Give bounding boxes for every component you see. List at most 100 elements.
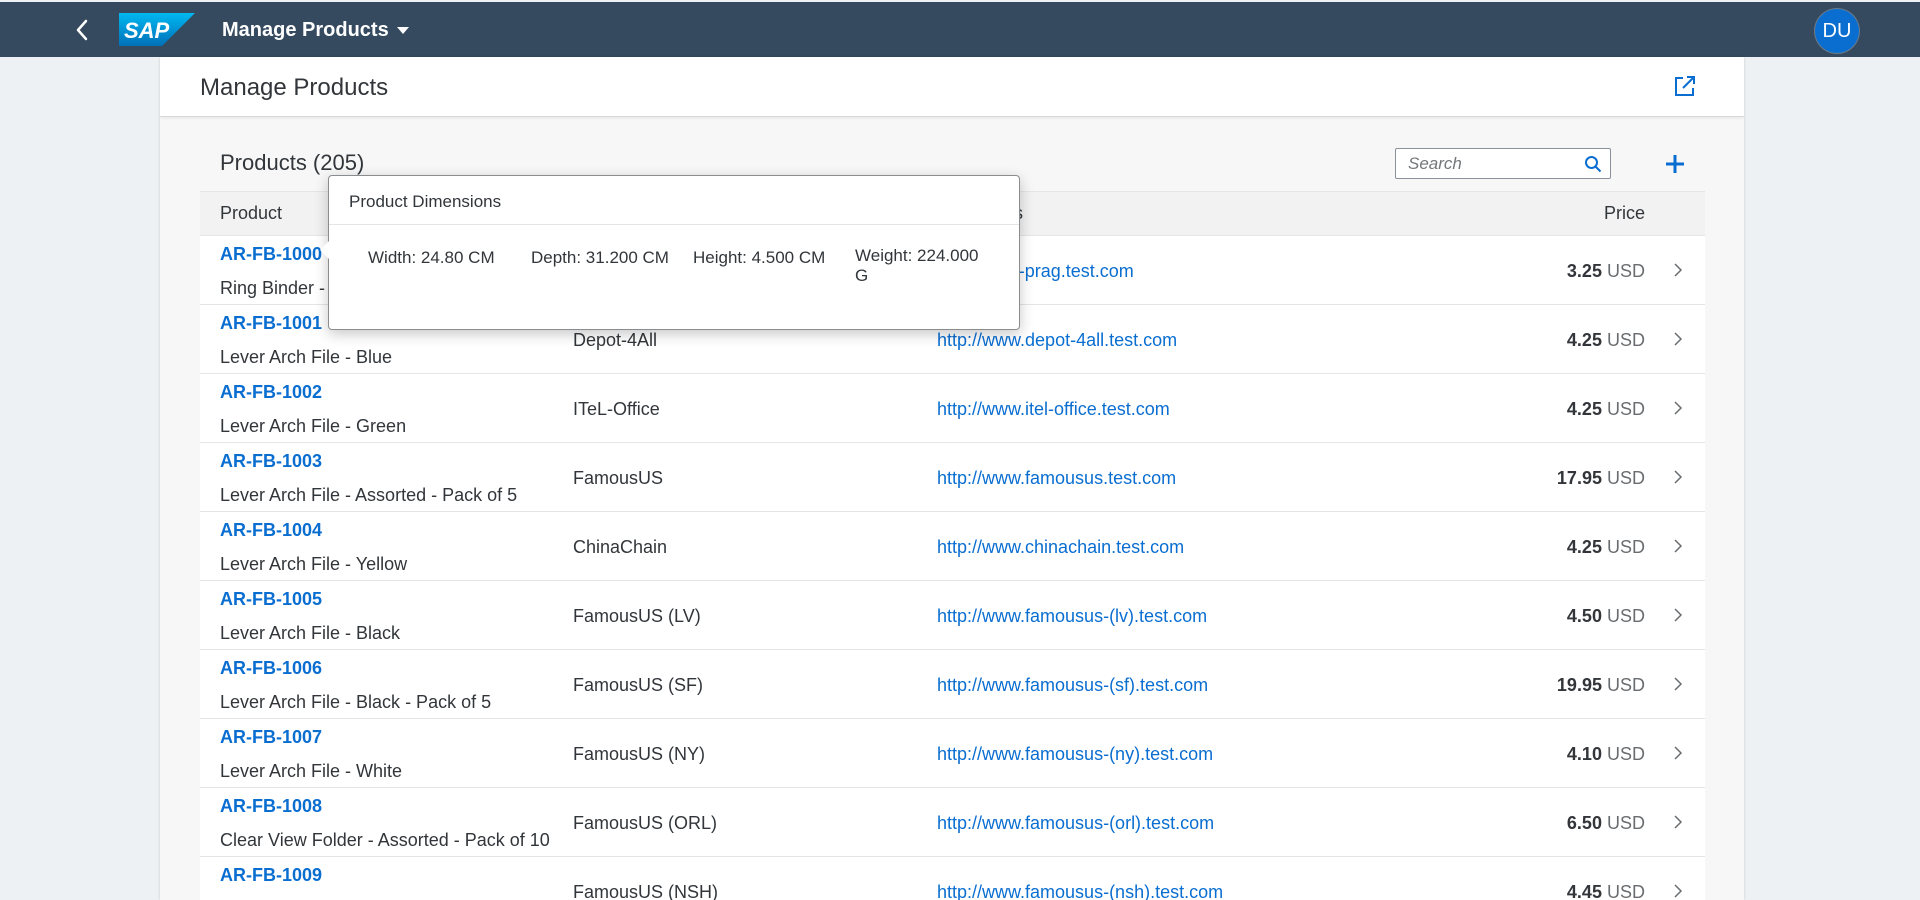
table-row[interactable]: AR-FB-1006 Lever Arch File - Black - Pack… [200,650,1705,719]
product-dimensions-popover: Product Dimensions Width: 24.80 CM Depth… [320,175,1020,330]
chevron-right-icon[interactable] [1671,536,1685,556]
product-name: Lever Arch File - White [220,761,403,781]
table-row[interactable]: AR-FB-1004 Lever Arch File - Yellow ChinaC… [200,512,1705,581]
column-header-product[interactable]: Product [220,203,282,224]
product-id-link[interactable]: AR-FB-1000 [220,244,322,265]
product-name: Lever Arch File - Assorted - Pack of 5 [220,485,518,505]
shell-bar: SAP Manage Products DU [0,2,1920,57]
table-row[interactable]: AR-FB-1005 Lever Arch File - Black FamousU… [200,581,1705,650]
supplier-url-link[interactable]: http://www.famousus-(ny).test.com [937,744,1213,765]
price: 6.50 USD [1567,813,1645,834]
plus-icon [1666,155,1684,173]
price: 4.45 USD [1567,882,1645,900]
search-input[interactable] [1396,152,1576,175]
page-header: Manage Products [160,57,1744,117]
dimension-weight: Weight: 224.000 G [855,246,979,285]
supplier-url-link[interactable]: http://www.famousus.test.com [937,468,1176,489]
chevron-right-icon[interactable] [1671,881,1685,900]
chevron-right-icon[interactable] [1671,398,1685,418]
sap-logo-text: SAP [124,18,170,43]
search-icon [1585,155,1602,172]
column-header-price[interactable]: Price [1604,203,1645,224]
chevron-right-icon[interactable] [1671,605,1685,625]
chevron-right-icon[interactable] [1671,743,1685,763]
price: 4.25 USD [1567,537,1645,558]
table-row[interactable]: AR-FB-1007 Lever Arch File - White FamousU… [200,719,1705,788]
supplier-url-link[interactable]: http://www.itel-office.test.com [937,399,1170,420]
caret-down-icon [396,27,409,34]
popover-arrow [320,241,329,259]
dimension-depth: Depth: 31.200 CM [531,248,669,267]
product-name: Lever Arch File - Black - Pack of 5 [220,692,492,712]
price-currency: USD [1606,537,1645,557]
table-row[interactable]: AR-FB-1008 Clear View Folder - Assorted -… [200,788,1705,857]
dimension-height: Height: 4.500 CM [693,248,826,267]
search-button[interactable] [1576,149,1610,178]
supplier-name: FamousUS (SF) [573,675,704,695]
price: 4.10 USD [1567,744,1645,765]
chevron-right-icon[interactable] [1671,260,1685,280]
product-name: Lever Arch File - Blue [220,347,393,367]
product-id-link[interactable]: AR-FB-1006 [220,658,322,679]
product-id-link[interactable]: AR-FB-1004 [220,520,322,541]
popover-divider [329,224,1019,225]
page-title: Manage Products [200,74,389,101]
price-currency: USD [1606,330,1645,350]
product-id-link[interactable]: AR-FB-1005 [220,589,322,610]
price-currency: USD [1606,813,1645,833]
supplier-name: FamousUS [573,468,664,488]
app-title-menu[interactable]: Manage Products [222,19,409,42]
table-row[interactable]: AR-FB-1002 Lever Arch File - Green ITeL-Of… [200,374,1705,443]
supplier-url-link[interactable]: http://www.famousus-(orl).test.com [937,813,1214,834]
back-button[interactable] [68,16,96,44]
product-name: Lever Arch File - Yellow [220,554,408,574]
table-row[interactable]: AR-FB-1009 FamousUS (NSH) http://www.famou… [200,857,1705,900]
table-row[interactable]: AR-FB-1003 Lever Arch File - Assorted - P… [200,443,1705,512]
product-id-link[interactable]: AR-FB-1003 [220,451,322,472]
product-name: Clear View Folder - Assorted - Pack of 1… [220,830,550,850]
chevron-right-icon[interactable] [1671,329,1685,349]
supplier-name: FamousUS (ORL) [573,813,718,833]
supplier-name: ChinaChain [573,537,668,557]
user-avatar[interactable]: DU [1815,9,1859,53]
price: 3.25 USD [1567,261,1645,282]
supplier-name: ITeL-Office [573,399,660,419]
product-name: Ring Binder - ( [220,278,337,298]
search-field[interactable] [1395,148,1611,179]
price-currency: USD [1606,882,1645,900]
chevron-right-icon[interactable] [1671,674,1685,694]
add-product-button[interactable] [1659,148,1691,180]
product-id-link[interactable]: AR-FB-1001 [220,313,322,334]
popover-title: Product Dimensions [349,192,502,211]
price-amount: 3.25 [1566,261,1602,281]
chevron-right-icon[interactable] [1671,467,1685,487]
sap-logo[interactable]: SAP [119,13,195,46]
supplier-name: FamousUS (LV) [573,606,701,626]
supplier-url-link[interactable]: http://www.famousus-(lv).test.com [937,606,1207,627]
app-title: Manage Products [222,19,389,41]
supplier-name: FamousUS (NSH) [573,882,719,900]
supplier-name: FamousUS (NY) [573,744,706,764]
product-id-link[interactable]: AR-FB-1007 [220,727,322,748]
supplier-url-link[interactable]: http://www.chinachain.test.com [937,537,1184,558]
supplier-url-link[interactable]: http://www.famousus-(sf).test.com [937,675,1208,696]
price: 17.95 USD [1557,468,1645,489]
price-amount: 4.25 [1566,330,1602,350]
price-amount: 6.50 [1566,813,1602,833]
table-body: AR-FB-1000 Ring Binder - (.office-line-pr… [200,236,1705,900]
supplier-url-link[interactable]: http://www.famousus-(nsh).test.com [937,882,1223,900]
product-id-link[interactable]: AR-FB-1002 [220,382,322,403]
products-count-title: Products (205) [220,150,365,175]
price: 4.50 USD [1567,606,1645,627]
price: 19.95 USD [1557,675,1645,696]
price-currency: USD [1606,468,1645,488]
chevron-right-icon[interactable] [1671,812,1685,832]
product-name: Lever Arch File - Green [220,416,407,436]
price-amount: 4.10 [1566,744,1602,764]
share-icon[interactable] [1672,73,1698,99]
product-id-link[interactable]: AR-FB-1009 [220,865,322,886]
product-id-link[interactable]: AR-FB-1008 [220,796,322,817]
supplier-url-link[interactable]: http://www.depot-4all.test.com [937,330,1177,351]
dimension-width: Width: 24.80 CM [368,248,495,267]
product-name: Lever Arch File - Black [220,623,401,643]
